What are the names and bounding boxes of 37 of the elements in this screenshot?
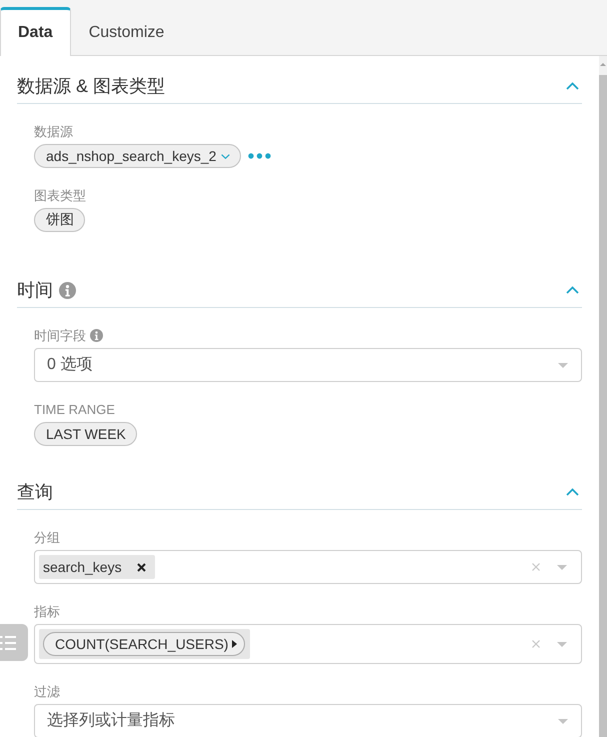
caret-down-icon[interactable] [557, 564, 567, 570]
chevron-up-icon[interactable] [566, 286, 579, 294]
tab[interactable]: Data [0, 7, 71, 56]
section-title: 时间 [17, 279, 53, 302]
option-pill[interactable]: LAST WEEK [34, 422, 137, 446]
metric-pill[interactable]: COUNT(SEARCH_USERS) [43, 632, 246, 656]
caret-down-icon[interactable] [558, 363, 568, 368]
field-label: 分组 [34, 529, 60, 546]
chevron-up-icon[interactable] [566, 488, 579, 496]
column-tag[interactable]: search_keys [39, 555, 155, 579]
caret-down-icon[interactable] [557, 642, 567, 646]
scrollbar[interactable] [599, 56, 607, 737]
side-panel-button[interactable] [0, 624, 28, 661]
field-label: 指标 [34, 603, 60, 620]
clear-icon[interactable] [532, 563, 540, 571]
chevron-up-icon[interactable] [566, 82, 579, 90]
datasource-dropdown[interactable]: ads_nshop_search_keys_2 [34, 144, 242, 168]
select-field[interactable]: 选择列或计量指标 [34, 704, 582, 737]
field-label: 数据源 [34, 123, 73, 140]
more-options-icon[interactable] [248, 153, 272, 159]
caret-down-icon[interactable] [558, 719, 568, 724]
field-label: TIME RANGE [34, 401, 115, 418]
tab[interactable]: Customize [70, 7, 182, 56]
section-title: 数据源 & 图表类型 [17, 75, 166, 98]
remove-icon[interactable] [136, 562, 146, 572]
option-pill[interactable]: 饼图 [34, 208, 85, 232]
multi-select-field[interactable]: COUNT(SEARCH_USERS) [34, 624, 582, 664]
multi-select-field[interactable]: search_keys [34, 550, 582, 584]
section-title: 查询 [17, 481, 53, 504]
chevron-down-icon [221, 154, 230, 158]
clear-icon[interactable] [532, 640, 540, 648]
field-label: 时间字段 [34, 327, 86, 344]
field-label: 过滤 [34, 683, 60, 700]
caret-right-icon [232, 640, 238, 648]
list-icon [0, 636, 16, 650]
select-field[interactable]: 0 选项 [34, 348, 582, 382]
field-label: 图表类型 [34, 187, 86, 204]
